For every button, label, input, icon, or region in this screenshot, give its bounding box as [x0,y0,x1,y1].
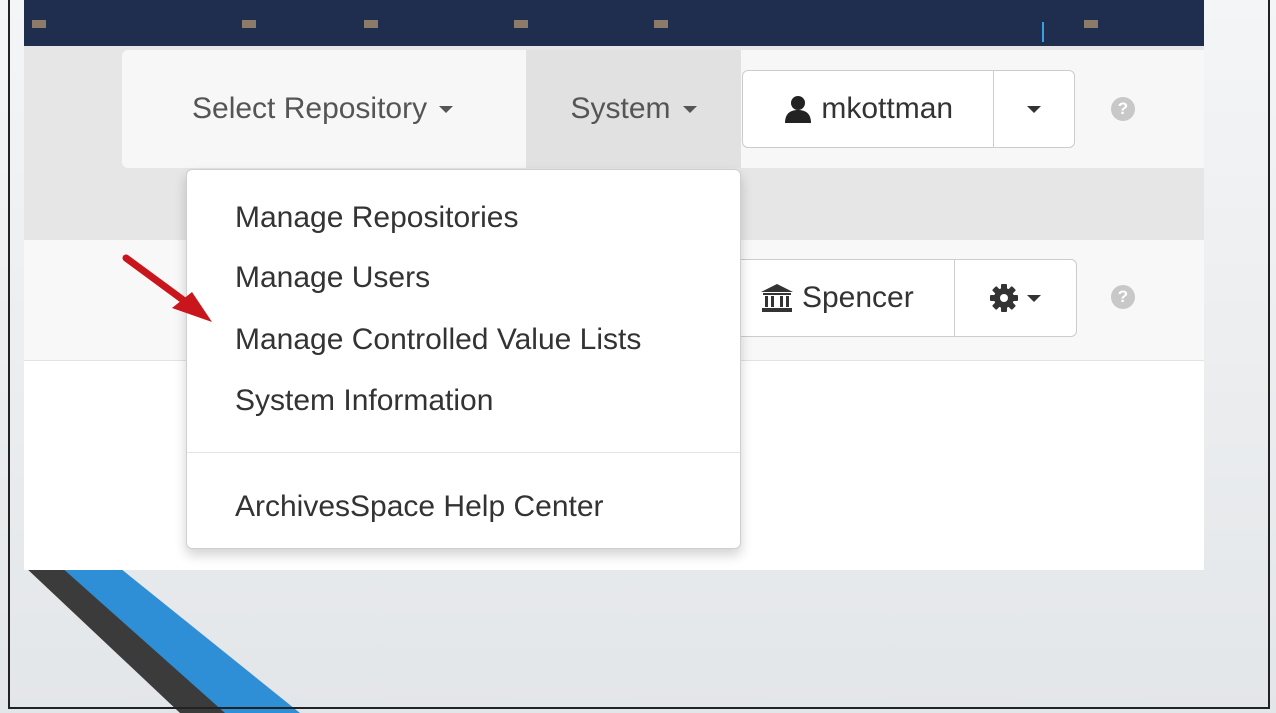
select-repository-label: Select Repository [192,92,428,125]
user-button-group: mkottman [742,70,1075,148]
institution-icon [760,284,793,312]
help-glyph: ? [1117,287,1129,306]
menu-divider [187,452,740,453]
red-arrow-icon [122,254,212,322]
repository-button[interactable]: Spencer [720,260,954,336]
gear-icon [990,284,1019,312]
select-repository-menu[interactable]: Select Repository [192,50,454,168]
caret-down-icon [682,105,697,113]
menu-item-manage-users[interactable]: Manage Users [235,261,430,295]
user-menu-toggle[interactable] [993,71,1074,147]
repository-name: Spencer [801,281,914,314]
help-glyph: ? [1117,99,1129,118]
settings-menu-toggle[interactable] [953,260,1076,336]
user-icon [785,96,812,123]
main-navbar: Select Repository System mkottman ? [122,50,1204,168]
caret-down-icon [1027,105,1042,113]
user-button[interactable]: mkottman [743,71,993,147]
caret-down-icon [1027,294,1042,302]
menu-item-manage-controlled-value-lists[interactable]: Manage Controlled Value Lists [235,323,641,357]
username: mkottman [821,92,954,125]
menu-item-manage-repositories[interactable]: Manage Repositories [235,201,519,235]
question-circle-icon[interactable]: ? [1111,285,1135,309]
repository-button-group: Spencer [719,259,1077,337]
menu-item-system-information[interactable]: System Information [235,384,493,418]
system-menu[interactable]: System [526,50,741,168]
question-circle-icon[interactable]: ? [1111,97,1135,121]
system-dropdown-menu: Manage Repositories Manage Users Manage … [186,169,741,549]
system-label: System [570,92,671,125]
caret-down-icon [439,105,454,113]
top-banner [24,0,1204,46]
menu-item-help-center[interactable]: ArchivesSpace Help Center [235,490,604,524]
